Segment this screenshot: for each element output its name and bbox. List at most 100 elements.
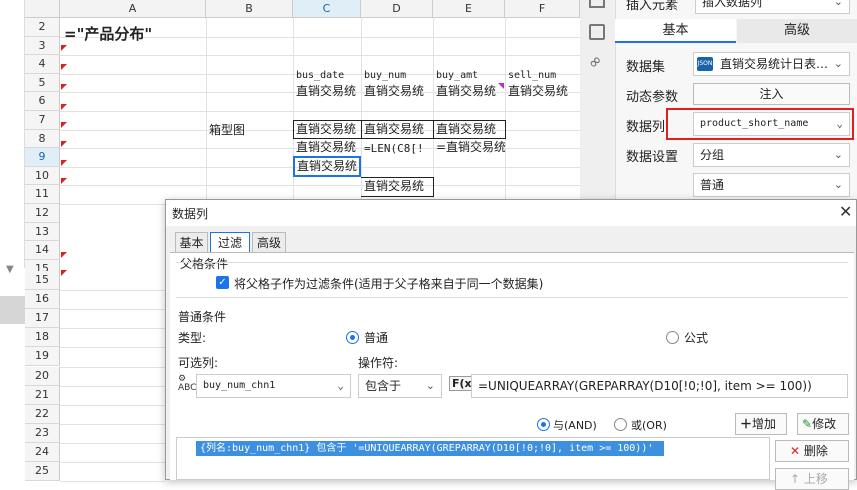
col-header-d[interactable]: D (361, 0, 433, 18)
formula-input[interactable]: =UNIQUEARRAY(GREPARRAY(D10[!0;!0], item … (471, 374, 848, 398)
row-header[interactable]: 21 (25, 385, 60, 405)
insert-element-label: 插入元素 (626, 0, 679, 13)
parent-checkbox[interactable]: ✓ (216, 276, 229, 289)
corner-header (25, 0, 60, 18)
cell-f4[interactable]: sell_num (506, 67, 556, 84)
setting-select[interactable]: 分组 ⌄ (693, 143, 850, 167)
row-header[interactable]: 19 (25, 347, 60, 367)
row-header[interactable]: 20 (25, 366, 60, 386)
tab-dialog-basic[interactable]: 基本 (175, 232, 208, 253)
row-header[interactable]: 22 (25, 404, 60, 424)
row-header[interactable]: 10 (25, 166, 60, 186)
cell-e4[interactable]: buy_amt (434, 67, 478, 84)
type-formula-label: 公式 (684, 331, 709, 345)
or-label: 或(OR) (631, 419, 667, 432)
insert-icon[interactable] (589, 0, 605, 8)
tab-basic[interactable]: 基本 (615, 19, 736, 43)
cell-a2[interactable]: ="产品分布" (62, 26, 152, 43)
column-select[interactable]: product_short_name ⌄ (693, 112, 850, 136)
row-header[interactable]: 7 (25, 111, 60, 130)
row-header[interactable]: 2 (25, 18, 60, 37)
cell-c8[interactable]: 直销交易统 (294, 139, 361, 156)
type-normal-label: 普通 (364, 331, 389, 345)
cell-e7[interactable]: 直销交易统 (434, 121, 505, 138)
dyn-params-label: 动态参数 (626, 90, 679, 105)
cell-c7[interactable]: 直销交易统 (294, 121, 361, 138)
chevron-down-icon: ⌄ (833, 178, 843, 191)
and-label: 与(AND) (553, 419, 597, 432)
dataset-label: 数据集 (626, 60, 666, 75)
operator-select[interactable]: 包含于 ⌄ (358, 374, 442, 398)
cell-c5[interactable]: 直销交易统 (294, 83, 361, 100)
edit-icon: ✎ (802, 417, 813, 431)
row-header[interactable]: 14 (25, 241, 60, 260)
tab-dialog-advanced[interactable]: 高级 (252, 232, 286, 253)
row-header[interactable]: 18 (25, 328, 60, 348)
type-formula-radio[interactable] (666, 331, 679, 344)
close-icon[interactable]: ✕ (839, 202, 852, 221)
dataset-select[interactable]: JSON 直销交易统计日表… ⌄ (693, 52, 850, 76)
row-header[interactable]: 16 (25, 290, 60, 310)
row-header[interactable]: 4 (25, 55, 60, 74)
delete-button[interactable]: ✕ 删除 (775, 440, 849, 462)
stack-icon[interactable] (589, 24, 605, 40)
setting-sub-select[interactable]: 普通 ⌄ (693, 173, 850, 197)
modify-button[interactable]: ✎修改 (797, 413, 849, 435)
cell-d7[interactable]: 直销交易统 (362, 121, 433, 138)
col-header-e[interactable]: E (433, 0, 505, 18)
chevron-down-icon: ⌄ (833, 148, 843, 161)
row-header[interactable]: 3 (25, 36, 60, 56)
type-normal-radio[interactable] (346, 331, 359, 344)
condition-row[interactable]: {列名:buy_num_chn1} 包含于 '=UNIQUEARRAY(GREP… (196, 441, 664, 456)
row-header[interactable]: 17 (25, 309, 60, 329)
chevron-down-icon: ⌄ (833, 57, 843, 70)
column-select-dialog[interactable]: buy_num_chn1 ⌄ (196, 374, 351, 398)
json-icon: JSON (697, 57, 713, 71)
tab-dialog-filter[interactable]: 过滤 (210, 232, 250, 253)
chevron-down-icon: ⌄ (836, 117, 843, 130)
row-header[interactable]: 9 (25, 148, 60, 167)
cell-e5[interactable]: 直销交易统 (434, 83, 505, 100)
dialog-titlebar (166, 200, 856, 226)
operator-label: 操作符: (358, 356, 399, 370)
row-header[interactable]: 23 (25, 423, 60, 443)
col-header-f[interactable]: F (505, 0, 580, 18)
row-header[interactable]: 8 (25, 129, 60, 149)
cell-d5[interactable]: 直销交易统 (362, 83, 433, 100)
col-header-a[interactable]: A (60, 0, 206, 18)
cell-e8[interactable]: =直销交易统 (434, 139, 505, 156)
chevron-down-icon: ⌄ (337, 379, 344, 392)
up-button[interactable]: ↑ 上移 (775, 468, 849, 490)
row-header[interactable]: 13 (25, 222, 60, 242)
row-header[interactable]: 24 (25, 442, 60, 462)
cell-c9[interactable]: 直销交易统 (295, 158, 359, 175)
and-radio[interactable] (537, 418, 550, 431)
inject-button[interactable]: 注入 (693, 83, 850, 105)
row-header[interactable]: 6 (25, 92, 60, 111)
row-header[interactable]: 11 (25, 185, 60, 204)
cell-f5[interactable]: 直销交易统 (506, 83, 580, 100)
dialog-title: 数据列 (172, 207, 209, 221)
or-radio[interactable] (614, 418, 627, 431)
delete-icon: ✕ (790, 444, 801, 458)
col-header-c[interactable]: C (293, 0, 361, 18)
optional-label: 可选列: (178, 356, 219, 370)
left-gray-block (0, 296, 25, 324)
cell-d4[interactable]: buy_num (362, 67, 406, 84)
cell-d10[interactable]: 直销交易统 (362, 178, 433, 195)
insert-element-select[interactable]: 插入数据列 ⌄ (695, 0, 850, 14)
collapse-icon[interactable]: ▼ (6, 264, 14, 275)
chevron-down-icon: ⌄ (425, 379, 435, 392)
col-header-b[interactable]: B (206, 0, 293, 18)
cell-d8[interactable]: =LEN(C8[! (362, 140, 433, 157)
type-label: 类型: (178, 331, 207, 345)
row-header[interactable]: 5 (25, 73, 60, 93)
tab-advanced[interactable]: 高级 (737, 19, 857, 43)
cell-b7[interactable]: 箱型图 (207, 122, 245, 139)
row-header[interactable]: 25 (25, 462, 60, 482)
row-header[interactable]: 12 (25, 204, 60, 223)
row-header[interactable]: 15 (25, 271, 60, 291)
add-button[interactable]: ＋增加 (735, 413, 787, 435)
cell-c4[interactable]: bus_date (294, 67, 344, 84)
chevron-down-icon: ⌄ (833, 0, 843, 8)
